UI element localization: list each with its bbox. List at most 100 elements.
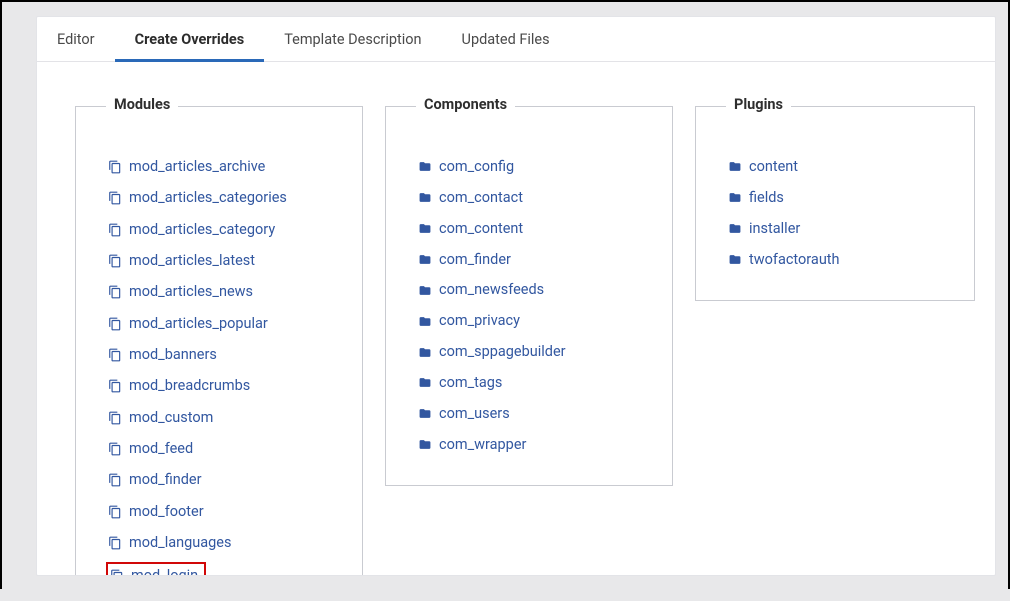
group-plugins-title: Plugins [726,96,791,113]
folder-icon [418,407,432,420]
folder-icon [728,253,742,266]
list-item: mod_articles_categories [108,184,346,215]
module-link-mod_breadcrumbs[interactable]: mod_breadcrumbs [108,374,250,398]
copy-icon [108,348,122,362]
component-label: com_content [439,217,523,241]
folder-icon [418,438,432,451]
group-components: Components com_configcom_contactcom_cont… [385,106,673,486]
module-link-mod_banners[interactable]: mod_banners [108,343,217,367]
plugins-list: content fields installer twofactorauth [712,135,958,276]
component-link-com_privacy[interactable]: com_privacy [418,309,520,333]
group-modules: Modules mod_articles_archivemod_articles… [75,106,363,576]
component-link-com_config[interactable]: com_config [418,155,514,179]
copy-icon [108,160,122,174]
list-item: mod_breadcrumbs [108,372,346,403]
list-item: mod_login [108,560,346,576]
component-label: com_tags [439,371,502,395]
list-item: com_tags [418,369,656,400]
template-panel: Editor Create Overrides Template Descrip… [36,16,996,576]
list-item: com_finder [418,246,656,277]
module-label: mod_feed [129,437,193,461]
module-link-mod_articles_archive[interactable]: mod_articles_archive [108,155,265,179]
copy-icon [108,473,122,487]
copy-icon [108,536,122,550]
module-label: mod_articles_news [129,280,253,304]
module-link-mod_articles_popular[interactable]: mod_articles_popular [108,312,268,336]
module-link-mod_articles_category[interactable]: mod_articles_category [108,218,275,242]
component-label: com_privacy [439,309,520,333]
list-item: twofactorauth [728,246,958,277]
folder-icon [728,160,742,173]
module-label: mod_articles_archive [129,155,265,179]
components-list: com_config com_contact com_content com_find… [402,135,656,461]
tabs-bar: Editor Create Overrides Template Descrip… [37,17,995,62]
module-link-mod_footer[interactable]: mod_footer [108,500,204,524]
tab-create-overrides[interactable]: Create Overrides [115,17,265,62]
component-link-com_sppagebuilder[interactable]: com_sppagebuilder [418,340,566,364]
copy-icon [108,379,122,393]
plugin-link-content[interactable]: content [728,155,798,179]
module-label: mod_login [131,564,198,576]
list-item: mod_articles_latest [108,247,346,278]
folder-icon [418,284,432,297]
module-link-mod_articles_news[interactable]: mod_articles_news [108,280,253,304]
copy-icon [110,569,124,576]
list-item: com_users [418,400,656,431]
folder-icon [418,222,432,235]
list-item: com_sppagebuilder [418,338,656,369]
component-link-com_users[interactable]: com_users [418,402,510,426]
module-link-mod_feed[interactable]: mod_feed [108,437,193,461]
copy-icon [108,505,122,519]
component-label: com_wrapper [439,433,526,457]
list-item: mod_languages [108,529,346,560]
copy-icon [108,254,122,268]
list-item: com_config [418,153,656,184]
list-item: mod_articles_archive [108,153,346,184]
component-link-com_finder[interactable]: com_finder [418,248,511,272]
module-link-mod_finder[interactable]: mod_finder [108,468,202,492]
list-item: com_content [418,215,656,246]
module-link-mod_login[interactable]: mod_login [108,564,198,576]
module-label: mod_languages [129,531,231,555]
module-label: mod_articles_category [129,218,275,242]
component-link-com_newsfeeds[interactable]: com_newsfeeds [418,278,544,302]
module-link-mod_languages[interactable]: mod_languages [108,531,231,555]
module-label: mod_banners [129,343,217,367]
list-item: mod_feed [108,435,346,466]
module-label: mod_articles_popular [129,312,268,336]
overrides-content: Modules mod_articles_archivemod_articles… [37,62,995,576]
component-link-com_wrapper[interactable]: com_wrapper [418,433,526,457]
tab-editor[interactable]: Editor [37,17,115,61]
component-label: com_sppagebuilder [439,340,566,364]
component-link-com_tags[interactable]: com_tags [418,371,502,395]
folder-icon [418,346,432,359]
tab-updated-files[interactable]: Updated Files [442,17,570,61]
plugin-label: fields [749,186,784,210]
module-label: mod_finder [129,468,202,492]
list-item: mod_footer [108,498,346,529]
module-link-mod_articles_latest[interactable]: mod_articles_latest [108,249,255,273]
plugin-link-fields[interactable]: fields [728,186,784,210]
list-item: mod_articles_news [108,278,346,309]
component-link-com_content[interactable]: com_content [418,217,523,241]
list-item: com_newsfeeds [418,276,656,307]
copy-icon [108,442,122,456]
folder-icon [418,191,432,204]
plugin-label: twofactorauth [749,248,840,272]
module-link-mod_articles_categories[interactable]: mod_articles_categories [108,186,287,210]
list-item: mod_articles_category [108,216,346,247]
plugin-link-twofactorauth[interactable]: twofactorauth [728,248,840,272]
component-label: com_config [439,155,514,179]
module-label: mod_custom [129,406,213,430]
component-label: com_contact [439,186,523,210]
plugin-link-installer[interactable]: installer [728,217,800,241]
highlighted-module: mod_login [106,562,206,576]
module-label: mod_articles_categories [129,186,287,210]
module-link-mod_custom[interactable]: mod_custom [108,406,213,430]
tab-template-description[interactable]: Template Description [264,17,441,61]
folder-icon [728,222,742,235]
list-item: content [728,153,958,184]
component-label: com_users [439,402,510,426]
plugin-label: content [749,155,798,179]
component-link-com_contact[interactable]: com_contact [418,186,523,210]
